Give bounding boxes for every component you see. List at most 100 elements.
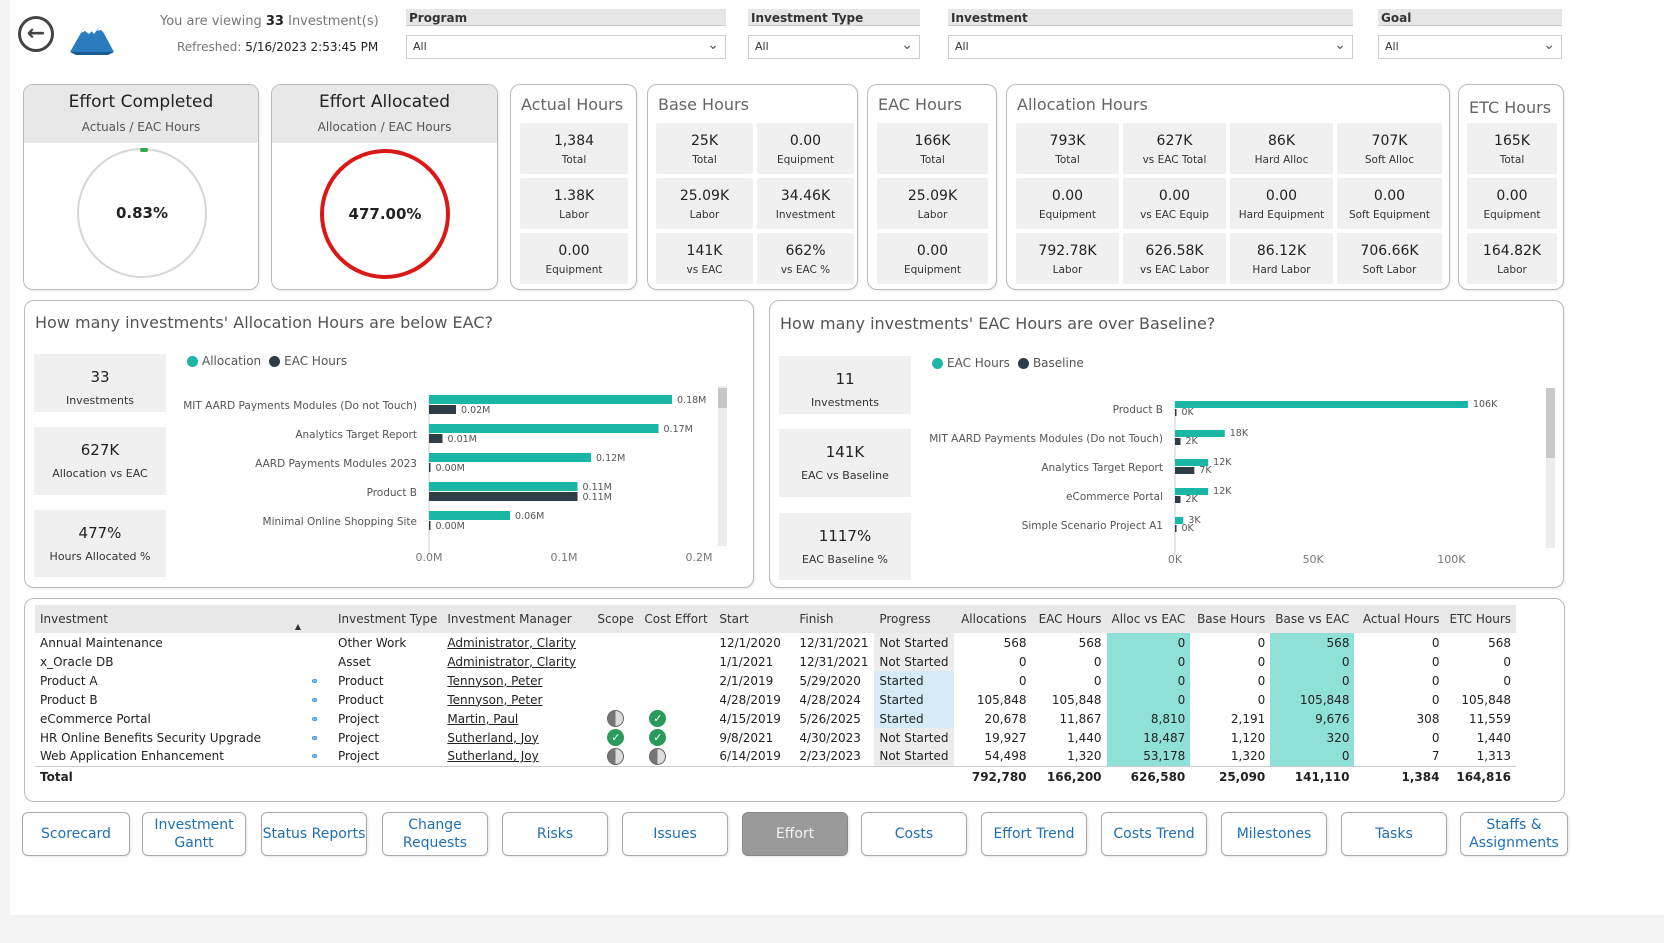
manager-link[interactable]: Martin, Paul: [442, 709, 592, 728]
nav-button-status-reports[interactable]: Status Reports: [261, 812, 367, 856]
chevron-down-icon: ⌄: [1543, 37, 1555, 53]
manager-link[interactable]: Tennyson, Peter: [442, 690, 592, 709]
program-filter[interactable]: Program All ⌄: [406, 9, 726, 59]
data-label: 0K: [1182, 407, 1195, 418]
chevron-down-icon: ⌄: [707, 37, 719, 53]
goal-dropdown[interactable]: All ⌄: [1378, 35, 1562, 59]
table-row[interactable]: Product A ⚭ Product Tennyson, Peter 2/1/2019…: [35, 671, 1516, 690]
table-row[interactable]: HR Online Benefits Security Upgrade ⚭ Proj…: [35, 728, 1516, 747]
base-vs-eac-value: 0: [1270, 652, 1355, 671]
investment-filter[interactable]: Investment All ⌄: [948, 9, 1353, 59]
program-dropdown[interactable]: All ⌄: [406, 35, 726, 59]
gauge-value: 0.83%: [115, 204, 169, 222]
base-vs-eac-value: 0: [1270, 671, 1355, 690]
column-header[interactable]: Scope: [592, 605, 640, 633]
scope-status: [592, 633, 639, 652]
column-header[interactable]: ETC Hours: [1444, 605, 1517, 633]
investment-type: Other Work: [338, 635, 407, 650]
nav-button-effort-trend[interactable]: Effort Trend: [981, 812, 1087, 856]
nav-button-issues[interactable]: Issues: [622, 812, 728, 856]
column-header[interactable]: Alloc vs EAC: [1106, 605, 1191, 633]
column-header[interactable]: Investment Manager: [442, 605, 593, 633]
check-circle-icon: ✓: [649, 710, 667, 727]
allocation-bar-chart: MIT AARD Payments Modules (Do not Touch)…: [183, 395, 712, 564]
card-title: Effort Completed: [68, 92, 214, 112]
footer-strip: [10, 915, 1664, 943]
column-header[interactable]: Allocations: [953, 605, 1032, 633]
nav-button-staffs-assignments[interactable]: Staffs & Assignments: [1460, 812, 1568, 856]
column-header[interactable]: Base vs EAC: [1270, 605, 1355, 633]
filter-label: Goal: [1378, 9, 1562, 26]
column-header[interactable]: Base Hours: [1190, 605, 1271, 633]
nav-button-risks[interactable]: Risks: [502, 812, 608, 856]
link-icon[interactable]: ⚭: [310, 750, 319, 763]
column-header[interactable]: Cost Effort: [639, 605, 715, 633]
start-date: 12/1/2020: [719, 635, 781, 650]
nav-button-costs[interactable]: Costs: [861, 812, 967, 856]
scope-status: [592, 709, 639, 728]
link-icon[interactable]: ⚭: [310, 694, 319, 707]
allocation-hours-card: Allocation Hours 793K Total 627K vs EAC To…: [1006, 84, 1450, 290]
sort-arrow-icon[interactable]: ▲: [295, 622, 301, 631]
scrollbar-thumb[interactable]: [718, 388, 727, 408]
column-header[interactable]: Progress: [874, 605, 954, 633]
nav-button-effort[interactable]: Effort: [742, 812, 848, 856]
alloc-vs-eac-value: 53,178: [1106, 747, 1191, 766]
column-header[interactable]: Investment ▲: [35, 605, 305, 633]
manager-link[interactable]: Sutherland, Joy: [442, 728, 592, 747]
manager-link[interactable]: Sutherland, Joy: [442, 747, 592, 766]
investment-type-filter[interactable]: Investment Type All ⌄: [748, 9, 920, 59]
chart-scrollbar[interactable]: [718, 386, 727, 546]
table-row[interactable]: Web Application Enhancement ⚭ Project Suthe…: [35, 747, 1516, 766]
total-eac-hours: 166,200: [1031, 765, 1107, 788]
link-icon[interactable]: ⚭: [310, 732, 319, 745]
link-icon[interactable]: ⚭: [310, 675, 319, 688]
column-header[interactable]: Investment Type: [333, 605, 443, 633]
progress-status: Not Started: [874, 652, 954, 671]
card-title: ETC Hours: [1469, 98, 1552, 117]
table-row[interactable]: Annual Maintenance Other Work Administrato…: [35, 633, 1516, 652]
link-icon[interactable]: ⚭: [310, 713, 319, 726]
check-circle-icon: ✓: [607, 729, 625, 746]
column-header[interactable]: EAC Hours: [1031, 605, 1107, 633]
nav-button-tasks[interactable]: Tasks: [1341, 812, 1447, 856]
table-row[interactable]: eCommerce Portal ⚭ Project Martin, Paul ✓ 4/1…: [35, 709, 1516, 728]
nav-button-milestones[interactable]: Milestones: [1221, 812, 1327, 856]
manager-link[interactable]: Tennyson, Peter: [442, 671, 592, 690]
back-arrow-icon[interactable]: ←: [18, 16, 54, 52]
table-row[interactable]: Product B ⚭ Product Tennyson, Peter 4/28/201…: [35, 690, 1516, 709]
nav-button-costs-trend[interactable]: Costs Trend: [1101, 812, 1207, 856]
progress-status: Not Started: [874, 728, 954, 747]
base-vs-eac-value: 0: [1270, 747, 1355, 766]
eac-hours-value: 0: [1093, 673, 1102, 688]
investment-type: Product: [338, 692, 384, 707]
nav-button-change-requests[interactable]: Change Requests: [382, 812, 488, 856]
data-label: 7K: [1199, 465, 1212, 476]
data-label: 0.00M: [436, 521, 465, 532]
nav-button-scorecard[interactable]: Scorecard: [22, 812, 130, 856]
investment-type-dropdown[interactable]: All ⌄: [748, 35, 920, 59]
metric-tile: 1.38K Labor: [520, 178, 628, 229]
table-row[interactable]: x_Oracle DB Asset Administrator, Clarity 1/…: [35, 652, 1516, 671]
manager-link[interactable]: Administrator, Clarity: [442, 633, 592, 652]
base-vs-eac-value: 320: [1270, 728, 1355, 747]
chart-scrollbar[interactable]: [1546, 388, 1555, 548]
scope-status: ✓: [592, 728, 639, 747]
progress-status: Not Started: [874, 633, 954, 652]
investment-dropdown[interactable]: All ⌄: [948, 35, 1353, 59]
card-title: Allocation Hours: [1017, 95, 1148, 114]
column-header[interactable]: Finish: [794, 605, 875, 633]
goal-filter[interactable]: Goal All ⌄: [1378, 9, 1562, 59]
manager-link[interactable]: Administrator, Clarity: [442, 652, 592, 671]
finish-date: 12/31/2021: [799, 654, 869, 669]
cost-effort-status: [639, 690, 714, 709]
column-header[interactable]: Start: [714, 605, 795, 633]
bar-secondary: [1175, 409, 1177, 416]
actual-hours-value: 7: [1431, 749, 1440, 764]
investment-table-panel: Investment ▲ Investment Type Investment M…: [24, 598, 1565, 802]
start-date: 4/15/2019: [719, 711, 781, 726]
metric-tile: 627K vs EAC Total: [1123, 123, 1226, 174]
nav-button-investment-gantt[interactable]: Investment Gantt: [142, 812, 246, 856]
scrollbar-thumb[interactable]: [1546, 388, 1555, 458]
column-header[interactable]: Actual Hours: [1354, 605, 1445, 633]
